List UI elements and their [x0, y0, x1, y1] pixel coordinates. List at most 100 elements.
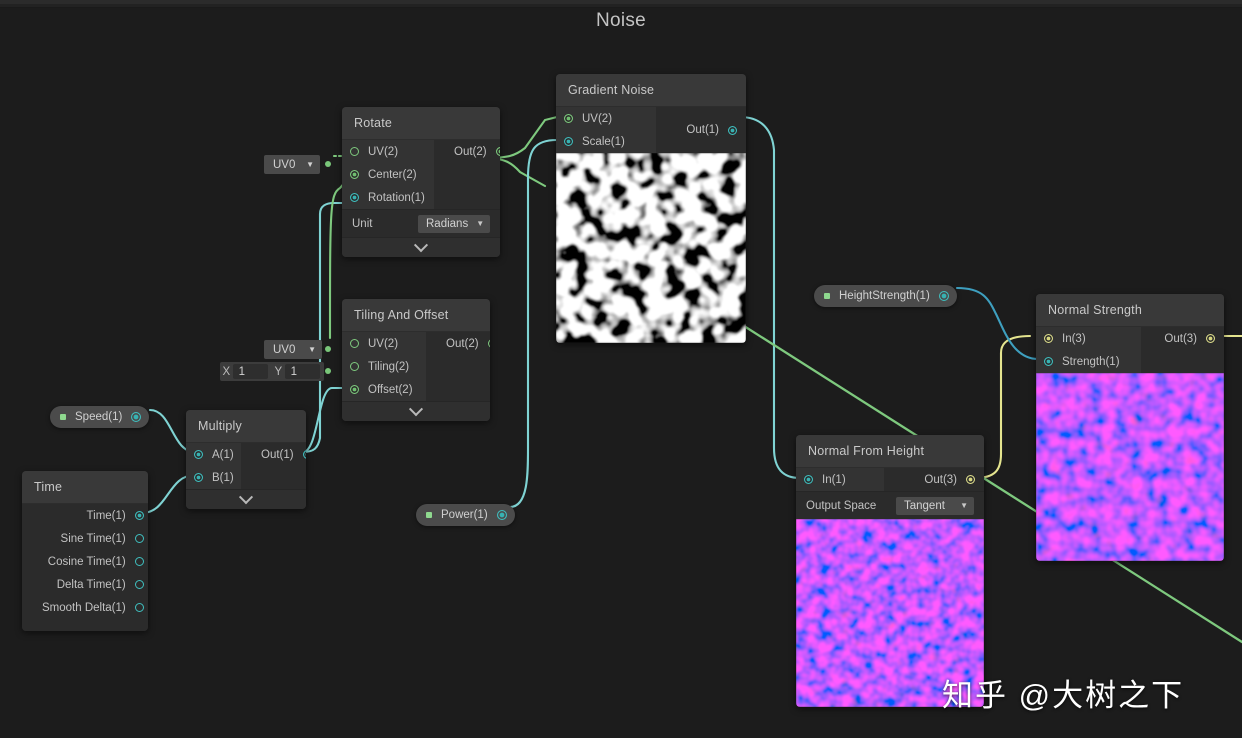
node-rotate-unit-dropdown[interactable]: Radians ▼ [418, 214, 490, 233]
node-gradient-noise[interactable]: Gradient Noise UV(2) Scale(1) Out(1) [556, 74, 746, 343]
port-time-time-label: Time(1) [86, 509, 126, 522]
node-rotate-unit-label: Unit [352, 217, 373, 230]
port-dot-icon[interactable] [134, 580, 144, 589]
port-time-sine-label: Sine Time(1) [60, 532, 126, 545]
port-dot-icon[interactable] [487, 339, 490, 348]
port-nfh-out-label: Out(3) [924, 473, 957, 486]
tiling-x-input[interactable]: 1 [232, 364, 268, 379]
port-dot-icon[interactable] [134, 534, 144, 543]
port-rotate-center-label: Center(2) [368, 168, 417, 181]
property-node-power[interactable]: Power(1) [416, 504, 515, 526]
page-title: Noise [595, 10, 647, 31]
port-tiling-offset[interactable]: Offset(2) [342, 378, 426, 401]
port-dot-icon[interactable] [1044, 334, 1053, 343]
graph-canvas[interactable]: UV0 ▼ UV0 ▼ X 1 Y 1 Speed(1) Power(1) He… [0, 8, 1242, 738]
port-dot-icon[interactable] [350, 362, 359, 371]
port-multiply-a[interactable]: A(1) [186, 443, 241, 466]
node-nfh-output-space-dropdown[interactable]: Tangent ▼ [896, 496, 974, 515]
node-rotate-ports: UV(2) Center(2) Rotation(1) Out(2) [342, 140, 500, 209]
node-normal-strength-outputs: Out(3) [1141, 327, 1224, 373]
port-dot-icon[interactable] [134, 557, 144, 566]
port-dot-icon[interactable] [564, 137, 573, 146]
port-time-sine[interactable]: Sine Time(1) [22, 527, 148, 550]
port-tiling-uv[interactable]: UV(2) [342, 332, 426, 355]
port-ns-out[interactable]: Out(3) [1141, 327, 1224, 350]
port-dot-icon[interactable] [350, 147, 359, 156]
node-multiply[interactable]: Multiply A(1) B(1) Out(1) [186, 410, 306, 509]
port-dot-icon[interactable] [1044, 357, 1053, 366]
property-height-strength-output-port[interactable] [938, 291, 949, 301]
tiling-vector2-field[interactable]: X 1 Y 1 [220, 362, 324, 381]
port-tiling-uv-label: UV(2) [368, 337, 399, 350]
port-rotate-uv[interactable]: UV(2) [342, 140, 434, 163]
node-normal-from-height-inputs: In(1) [796, 468, 884, 491]
port-tiling-tiling[interactable]: Tiling(2) [342, 355, 426, 378]
port-gradient-noise-uv[interactable]: UV(2) [556, 107, 656, 130]
port-dot-icon[interactable] [1206, 334, 1215, 343]
port-multiply-b[interactable]: B(1) [186, 466, 241, 489]
port-dot-icon[interactable] [564, 114, 573, 123]
port-gradient-noise-scale[interactable]: Scale(1) [556, 130, 656, 153]
node-tiling-and-offset[interactable]: Tiling And Offset UV(2) Tiling(2) Offset… [342, 299, 490, 421]
node-tiling-and-offset-inputs: UV(2) Tiling(2) Offset(2) [342, 332, 426, 401]
port-time-smooth-delta[interactable]: Smooth Delta(1) [22, 596, 148, 619]
property-node-height-strength[interactable]: HeightStrength(1) [814, 285, 957, 307]
port-ns-in[interactable]: In(3) [1036, 327, 1141, 350]
port-multiply-out-label: Out(1) [261, 448, 294, 461]
port-time-time[interactable]: Time(1) [22, 504, 148, 527]
chevron-down-icon [238, 489, 254, 504]
node-rotate[interactable]: Rotate UV(2) Center(2) Rotation(1) Out(2… [342, 107, 500, 257]
node-normal-strength[interactable]: Normal Strength In(3) Strength(1) Out(3) [1036, 294, 1224, 561]
node-rotate-title: Rotate [342, 107, 500, 140]
port-ns-strength[interactable]: Strength(1) [1036, 350, 1141, 373]
property-node-speed[interactable]: Speed(1) [50, 406, 150, 428]
port-nfh-in[interactable]: In(1) [796, 468, 884, 491]
port-rotate-uv-label: UV(2) [368, 145, 399, 158]
node-time-ports: Time(1) Sine Time(1) Cosine Time(1) Delt… [22, 504, 148, 619]
chevron-down-icon: ▼ [476, 219, 485, 228]
tiling-y-input[interactable]: 1 [284, 364, 320, 379]
node-gradient-noise-title: Gradient Noise [556, 74, 746, 107]
port-dot-icon[interactable] [302, 450, 306, 459]
port-dot-icon[interactable] [350, 193, 359, 202]
node-nfh-output-space-row[interactable]: Output Space Tangent ▼ [796, 491, 984, 519]
port-tiling-out[interactable]: Out(2) [426, 332, 490, 355]
port-dot-icon[interactable] [350, 170, 359, 179]
node-time[interactable]: Time Time(1) Sine Time(1) Cosine Time(1) [22, 471, 148, 631]
property-speed-output-port[interactable] [131, 412, 142, 422]
port-dot-icon[interactable] [728, 125, 737, 135]
port-dot-icon[interactable] [966, 475, 975, 484]
property-power-output-port[interactable] [496, 510, 507, 520]
node-normal-from-height[interactable]: Normal From Height In(1) Out(3) Output S… [796, 435, 984, 707]
port-rotate-out[interactable]: Out(2) [434, 140, 500, 163]
chevron-down-icon [408, 401, 424, 416]
node-multiply-title: Multiply [186, 410, 306, 443]
port-rotate-rotation[interactable]: Rotation(1) [342, 186, 434, 209]
port-dot-icon[interactable] [495, 147, 500, 156]
port-dot-icon[interactable] [134, 511, 144, 520]
node-rotate-unit-row[interactable]: Unit Radians ▼ [342, 209, 500, 237]
port-dot-icon[interactable] [134, 603, 144, 612]
node-tiling-and-offset-ports: UV(2) Tiling(2) Offset(2) Out(2) [342, 332, 490, 401]
port-dot-icon[interactable] [350, 385, 359, 394]
node-time-title: Time [22, 471, 148, 504]
port-dot-icon[interactable] [804, 475, 813, 484]
node-nfh-output-space-value: Tangent [904, 499, 945, 512]
port-dot-icon[interactable] [194, 473, 203, 482]
node-rotate-inputs: UV(2) Center(2) Rotation(1) [342, 140, 434, 209]
uv-dropdown-tiling[interactable]: UV0 ▼ [264, 340, 322, 359]
port-rotate-center[interactable]: Center(2) [342, 163, 434, 186]
port-gradient-noise-uv-label: UV(2) [582, 112, 613, 125]
node-tiling-and-offset-collapse-toggle[interactable] [342, 401, 490, 421]
port-gradient-noise-out[interactable]: Out(1) [656, 119, 746, 142]
port-multiply-out[interactable]: Out(1) [241, 443, 306, 466]
node-rotate-collapse-toggle[interactable] [342, 237, 500, 257]
port-dot-icon[interactable] [194, 450, 203, 459]
port-time-delta[interactable]: Delta Time(1) [22, 573, 148, 596]
port-nfh-out[interactable]: Out(3) [884, 468, 984, 491]
uv-dropdown-rotate[interactable]: UV0 ▼ [264, 155, 320, 174]
port-dot-icon[interactable] [350, 339, 359, 348]
node-multiply-collapse-toggle[interactable] [186, 489, 306, 509]
port-time-cosine[interactable]: Cosine Time(1) [22, 550, 148, 573]
port-multiply-b-label: B(1) [212, 471, 234, 484]
